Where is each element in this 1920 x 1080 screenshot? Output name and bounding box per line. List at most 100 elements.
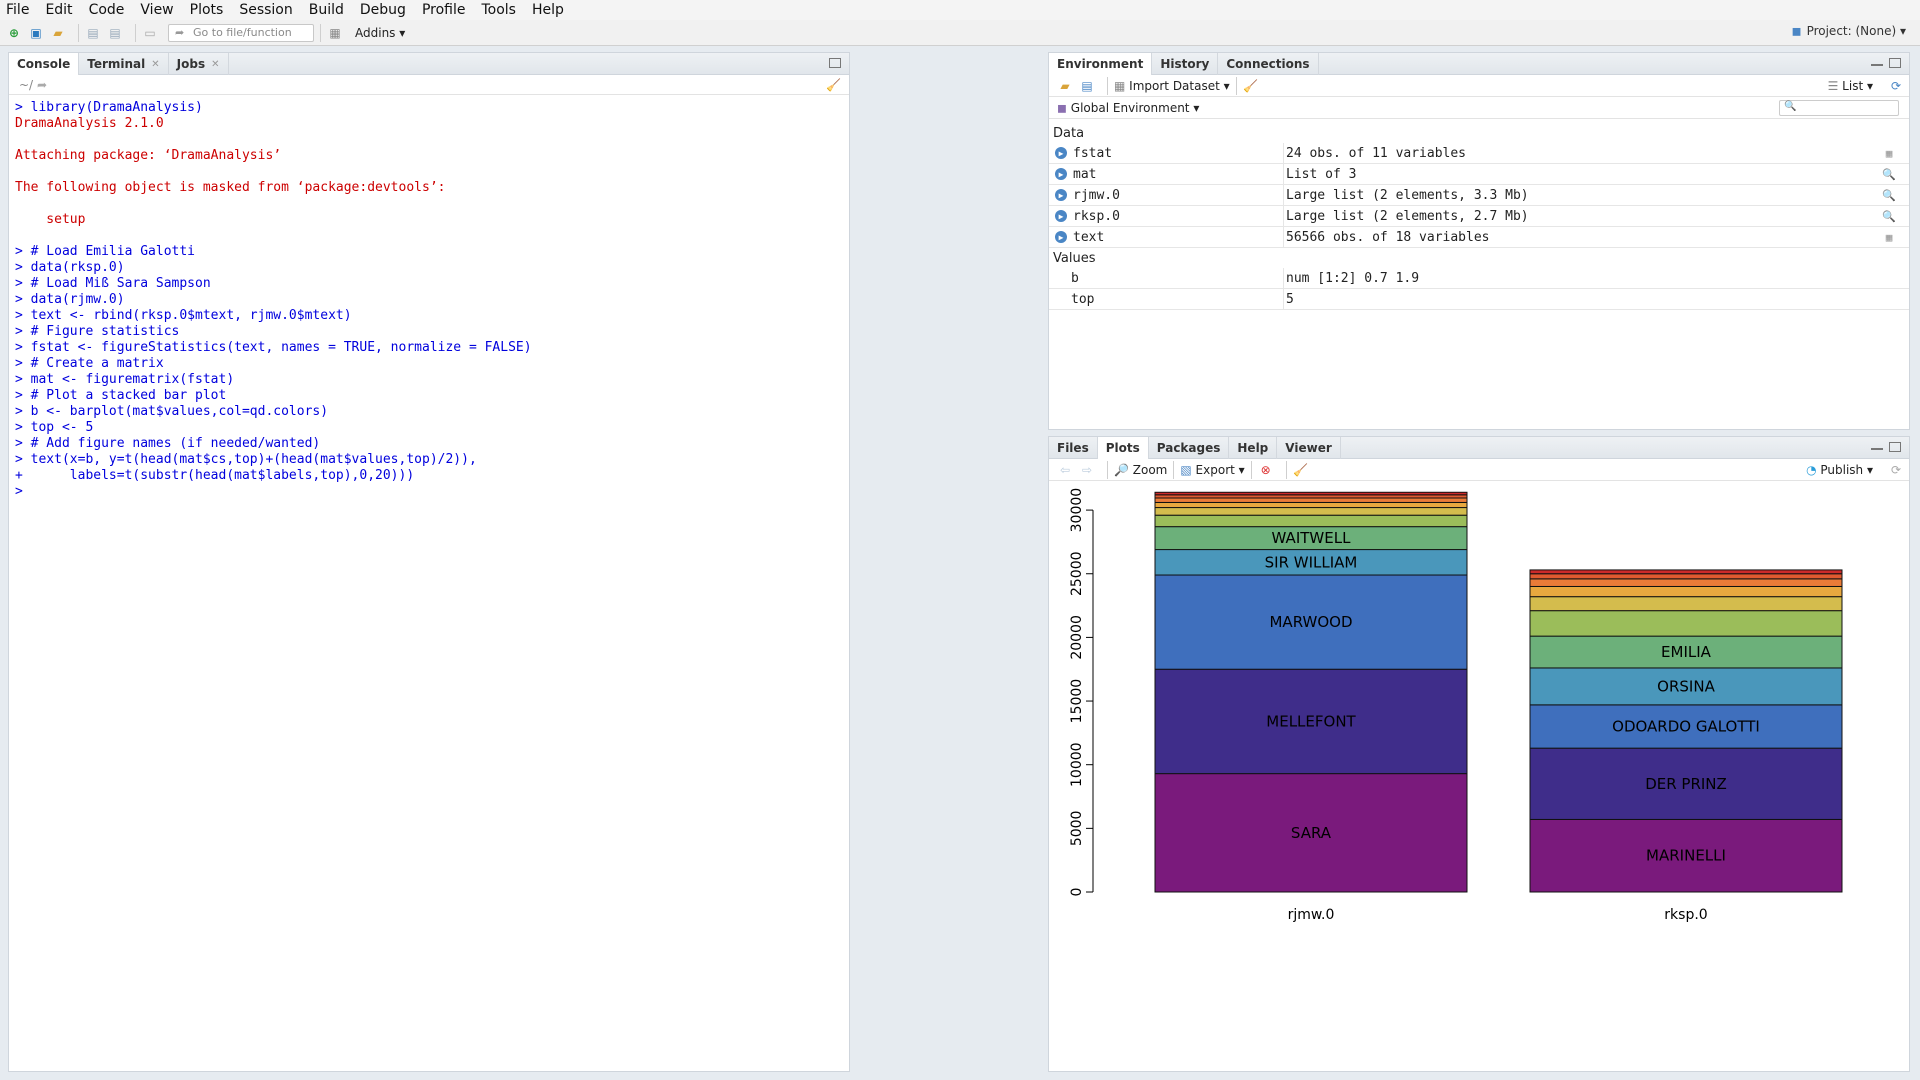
minimize-pane-icon[interactable] [1871, 58, 1883, 66]
environment-search-input[interactable]: 🔍 [1779, 100, 1899, 116]
environment-row[interactable]: ▶ rjmw.0 Large list (2 elements, 3.3 Mb) 🔍 [1049, 184, 1909, 206]
clear-console-icon[interactable]: 🧹 [826, 78, 841, 92]
expand-icon[interactable]: ▶ [1055, 210, 1067, 222]
grid-layout-icon[interactable]: ▦ [327, 25, 343, 41]
variable-value: Large list (2 elements, 3.3 Mb) [1283, 184, 1869, 206]
environment-row[interactable]: b num [1:2] 0.7 1.9 [1049, 267, 1909, 289]
variable-name: ▶ rksp.0 [1049, 209, 1283, 224]
values-section-header: Values [1049, 248, 1909, 268]
pane-window-buttons [1871, 58, 1901, 68]
forward-arrow-icon[interactable]: ⇨ [1079, 462, 1095, 478]
tab-help[interactable]: Help [1229, 437, 1278, 459]
tab-console[interactable]: Console [9, 53, 80, 75]
bar-segment [1529, 569, 1843, 575]
zoom-button[interactable]: 🔎 Zoom [1114, 463, 1167, 477]
addins-menu[interactable]: Addins ▾ [355, 26, 405, 40]
go-to-file-input[interactable]: ➦ Go to file/function [168, 23, 314, 42]
refresh-icon[interactable]: ⟳ [1891, 463, 1901, 477]
menu-tools[interactable]: Tools [481, 2, 516, 18]
view-table-icon[interactable]: ▦ [1869, 231, 1909, 244]
save-icon[interactable]: ▤ [85, 25, 101, 41]
environment-icon: ◼ [1057, 100, 1067, 115]
variable-value: Large list (2 elements, 2.7 Mb) [1283, 205, 1869, 227]
environment-toolbar: ▰ ▤ ▦ Import Dataset ▾ 🧹 ☰ List ▾ ⟳ [1049, 75, 1909, 97]
menu-session[interactable]: Session [239, 2, 292, 18]
export-button[interactable]: ▧ Export ▾ [1180, 463, 1244, 477]
remove-plot-icon[interactable]: ⊗ [1258, 462, 1274, 478]
environment-row[interactable]: ▶ fstat 24 obs. of 11 variables ▦ [1049, 142, 1909, 164]
global-environment-dropdown[interactable]: ◼ Global Environment ▾ [1057, 101, 1199, 115]
variable-name-text: b [1071, 270, 1079, 286]
back-arrow-icon[interactable]: ⇦ [1057, 462, 1073, 478]
tab-environment[interactable]: Environment [1049, 53, 1153, 75]
environment-pane: Environment History Connections ▰ ▤ ▦ Im… [1048, 52, 1910, 430]
tab-jobs[interactable]: Jobs ✕ [169, 53, 229, 75]
menu-plots[interactable]: Plots [190, 2, 224, 18]
environment-row[interactable]: top 5 [1049, 288, 1909, 310]
category-label: rjmw.0 [1288, 907, 1335, 923]
menu-file[interactable]: File [6, 2, 29, 18]
environment-row[interactable]: ▶ mat List of 3 🔍 [1049, 163, 1909, 185]
variable-name: top [1049, 292, 1283, 307]
new-project-icon[interactable]: ▣ [28, 25, 44, 41]
load-workspace-icon[interactable]: ▰ [1057, 78, 1073, 94]
menu-view[interactable]: View [140, 2, 173, 18]
view-object-icon[interactable]: 🔍 [1869, 210, 1909, 223]
close-icon[interactable]: ✕ [151, 59, 159, 70]
view-table-icon[interactable]: ▦ [1869, 147, 1909, 160]
tab-plots[interactable]: Plots [1097, 437, 1149, 459]
environment-row[interactable]: ▶ text 56566 obs. of 18 variables ▦ [1049, 226, 1909, 248]
tab-viewer[interactable]: Viewer [1277, 437, 1341, 459]
broom-icon[interactable]: 🧹 [1293, 462, 1309, 478]
bar-segment [1154, 507, 1468, 516]
import-dataset-button[interactable]: ▦ Import Dataset ▾ [1114, 79, 1230, 93]
tab-files[interactable]: Files [1049, 437, 1098, 459]
tab-history[interactable]: History [1152, 53, 1219, 75]
segment-label: MELLEFONT [1266, 712, 1356, 730]
menu-code[interactable]: Code [89, 2, 125, 18]
menu-profile[interactable]: Profile [422, 2, 466, 18]
y-tick-label: 10000 [1069, 742, 1085, 787]
zoom-icon: 🔎 [1114, 462, 1129, 477]
expand-icon[interactable]: ▶ [1055, 147, 1067, 159]
console-line: > [15, 484, 23, 499]
menu-help[interactable]: Help [532, 2, 564, 18]
variable-name: ▶ fstat [1049, 146, 1283, 161]
open-file-icon[interactable]: ▰ [50, 25, 66, 41]
menu-debug[interactable]: Debug [360, 2, 406, 18]
view-object-icon[interactable]: 🔍 [1869, 189, 1909, 202]
console-output[interactable]: > library(DramaAnalysis) DramaAnalysis 2.… [15, 100, 845, 500]
publish-button[interactable]: ◔ Publish ▾ [1806, 463, 1873, 477]
expand-icon[interactable]: ▶ [1055, 189, 1067, 201]
console-line: > # Figure statistics [15, 324, 180, 339]
environment-row[interactable]: ▶ rksp.0 Large list (2 elements, 2.7 Mb) 🔍 [1049, 205, 1909, 227]
save-all-icon[interactable]: ▤ [107, 25, 123, 41]
save-workspace-icon[interactable]: ▤ [1079, 78, 1095, 94]
expand-icon[interactable]: ▶ [1055, 231, 1067, 243]
menu-bar: File Edit Code View Plots Session Build Debug Pr… [0, 0, 1920, 20]
print-icon[interactable]: ▭ [142, 25, 158, 41]
menu-build[interactable]: Build [309, 2, 344, 18]
maximize-pane-icon[interactable] [1889, 58, 1901, 68]
console-line: Attaching package: ‘DramaAnalysis’ [15, 148, 282, 163]
refresh-icon[interactable]: ⟳ [1891, 79, 1901, 93]
tab-terminal[interactable]: Terminal ✕ [79, 53, 169, 75]
tab-connections[interactable]: Connections [1218, 53, 1319, 75]
new-file-icon[interactable]: ⊕ [6, 25, 22, 41]
broom-icon[interactable]: 🧹 [1243, 78, 1259, 94]
minimize-pane-icon[interactable] [1871, 442, 1883, 450]
maximize-pane-icon[interactable] [1889, 442, 1901, 452]
restore-pane-icon[interactable] [829, 58, 841, 68]
list-view-dropdown[interactable]: ☰ List ▾ [1828, 79, 1873, 93]
project-menu[interactable]: ◼ Project: (None) ▾ [1792, 24, 1906, 38]
tab-packages[interactable]: Packages [1149, 437, 1230, 459]
close-icon[interactable]: ✕ [211, 59, 219, 70]
console-line: + labels=t(substr(head(mat$labels,top),0… [15, 468, 415, 483]
console-line: > text(x=b, y=t(head(mat$cs,top)+(head(m… [15, 452, 477, 467]
view-object-icon[interactable]: 🔍 [1869, 168, 1909, 181]
menu-edit[interactable]: Edit [45, 2, 72, 18]
expand-icon[interactable]: ▶ [1055, 168, 1067, 180]
go-to-directory-icon[interactable]: ➦ [37, 78, 47, 92]
